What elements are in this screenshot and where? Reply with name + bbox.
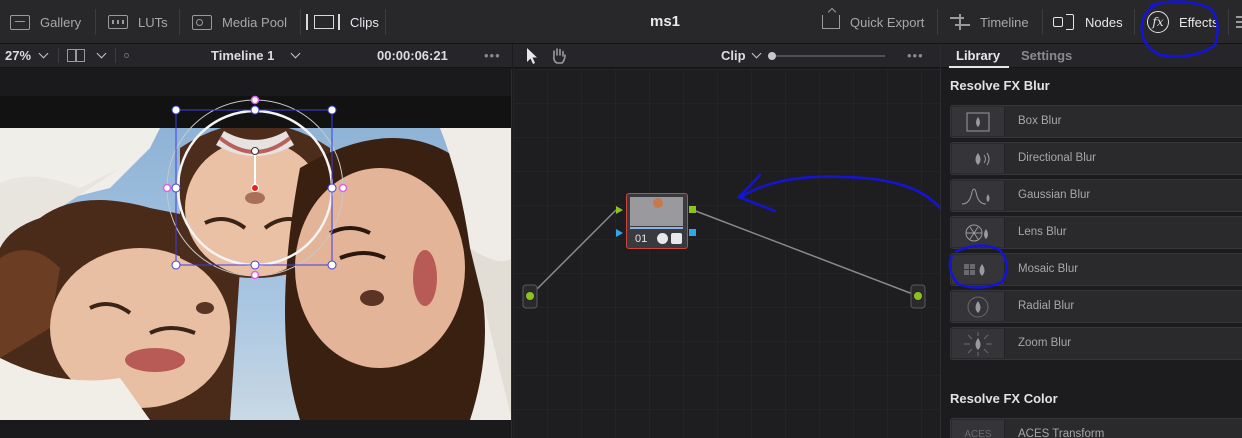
fx-icon: fx (1147, 11, 1169, 33)
split-view-icon[interactable] (67, 49, 85, 62)
zoom-dropdown[interactable]: 27% (5, 48, 31, 63)
pointer-icon[interactable] (525, 47, 539, 65)
fx-item-box-blur[interactable]: Box Blur (950, 105, 1242, 138)
luts-label: LUTs (138, 14, 168, 30)
nodes-icon (1053, 14, 1075, 30)
gallery-icon (10, 14, 30, 30)
timeline-selector[interactable]: Timeline 1 (211, 48, 274, 63)
viewer-options-button[interactable]: ••• (484, 48, 501, 63)
node-editor-header: Clip ••• (513, 44, 940, 68)
key-output-port[interactable] (689, 229, 696, 236)
node-thumbnail (630, 197, 683, 226)
dot-icon (124, 53, 129, 58)
zoom-slider[interactable] (770, 55, 885, 57)
fx-item-lens-blur[interactable]: Lens Blur (950, 216, 1242, 249)
serial-node-01[interactable]: 01 (626, 193, 688, 249)
effects-label: Effects (1179, 14, 1219, 30)
effects-button[interactable]: fx Effects (1147, 0, 1219, 44)
effect-indicator-icon (657, 233, 668, 244)
gallery-button[interactable]: Gallery (10, 0, 81, 44)
luts-icon (108, 15, 128, 29)
node-options-button[interactable]: ••• (907, 48, 924, 63)
overflow-icon[interactable] (1236, 16, 1242, 28)
mosaic-blur-icon (952, 255, 1005, 284)
nodes-button[interactable]: Nodes (1053, 0, 1123, 44)
fx-item-zoom-blur[interactable]: Zoom Blur (950, 327, 1242, 360)
media-pool-label: Media Pool (222, 14, 288, 30)
node-label: 01 (635, 233, 648, 245)
node-mode-dropdown[interactable]: Clip (721, 48, 746, 63)
tab-settings[interactable]: Settings (1021, 48, 1072, 63)
media-pool-icon (192, 14, 212, 30)
clips-icon (306, 14, 340, 30)
quick-export-button[interactable]: Quick Export (822, 0, 924, 44)
fx-item-radial-blur[interactable]: Radial Blur (950, 290, 1242, 323)
aces-transform-icon: ACES (952, 420, 1005, 438)
chevron-down-icon[interactable] (96, 48, 107, 59)
lens-blur-icon (952, 218, 1005, 247)
key-input-port[interactable] (616, 229, 623, 237)
box-blur-icon (952, 107, 1005, 136)
clips-label: Clips (350, 14, 379, 30)
directional-blur-icon (952, 144, 1005, 173)
export-icon (822, 15, 840, 29)
rgb-input-port[interactable] (616, 206, 623, 214)
viewer[interactable] (0, 69, 512, 438)
timeline-label: Timeline (980, 14, 1029, 30)
fx-item-directional-blur[interactable]: Directional Blur (950, 142, 1242, 175)
quick-export-label: Quick Export (850, 14, 925, 30)
hand-icon[interactable] (550, 47, 568, 65)
nodes-label: Nodes (1085, 14, 1123, 30)
zoom-blur-icon (952, 329, 1005, 358)
chevron-down-icon[interactable] (290, 48, 301, 59)
fx-item-gaussian-blur[interactable]: Gaussian Blur (950, 179, 1242, 212)
fx-item-aces-transform[interactable]: ACES ACES Transform (950, 418, 1242, 438)
clips-button[interactable]: Clips (306, 0, 379, 44)
project-title: ms1 (649, 13, 681, 30)
fx-item-mosaic-blur[interactable]: Mosaic Blur (950, 253, 1242, 286)
zoom-slider-handle[interactable] (768, 52, 776, 60)
timeline-button[interactable]: Timeline (950, 0, 1029, 44)
effects-tabs: Library Settings (941, 44, 1242, 68)
tab-library[interactable]: Library (956, 48, 1000, 63)
power-window-overlay[interactable] (0, 69, 512, 438)
gaussian-blur-icon (952, 181, 1005, 210)
timeline-icon (950, 14, 970, 30)
section-resolve-fx-color[interactable]: Resolve FX Color (950, 391, 1058, 406)
effects-panel: Library Settings Resolve FX Blur Box Blu… (940, 44, 1242, 438)
viewer-header: 27% Timeline 1 00:00:06:21 ••• (0, 44, 512, 68)
node-editor[interactable]: 01 (513, 69, 940, 438)
chevron-down-icon[interactable] (38, 48, 49, 59)
section-resolve-fx-blur[interactable]: Resolve FX Blur (950, 78, 1050, 93)
gallery-label: Gallery (40, 14, 82, 30)
top-toolbar: Gallery LUTs Media Pool Clips ms1 Quick … (0, 0, 1242, 44)
chevron-down-icon[interactable] (751, 48, 762, 59)
luts-button[interactable]: LUTs (108, 0, 168, 44)
rgb-output-port[interactable] (689, 206, 696, 213)
node-cache-icon (671, 233, 682, 244)
timecode: 00:00:06:21 (377, 48, 448, 63)
radial-blur-icon (952, 292, 1005, 321)
media-pool-button[interactable]: Media Pool (192, 0, 287, 44)
